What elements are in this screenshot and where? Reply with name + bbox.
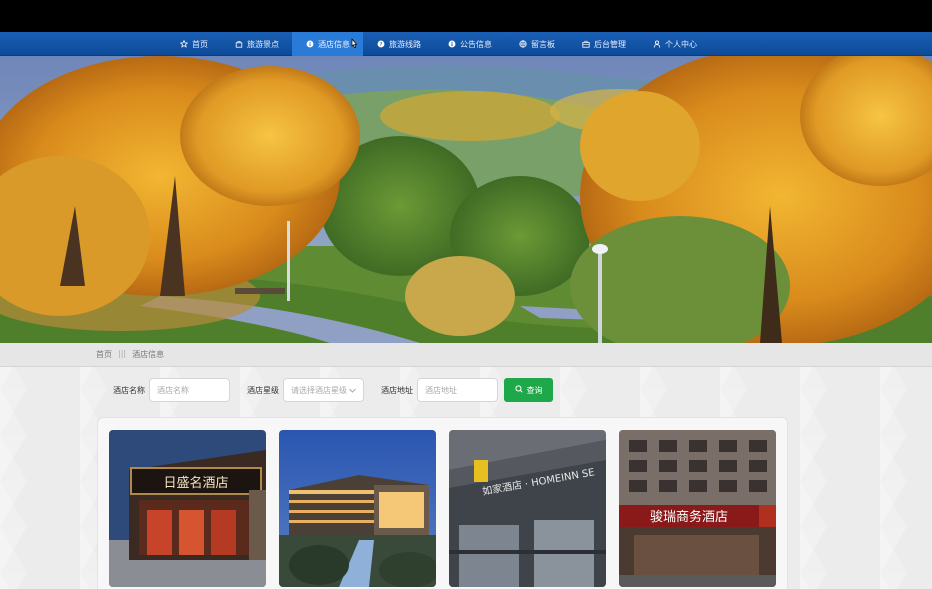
nav-label: 个人中心 [665, 39, 697, 49]
hotel-level-select[interactable]: 请选择酒店星级 [283, 378, 364, 402]
autumn-landscape-image [0, 56, 932, 343]
nav-home[interactable]: 首页 [166, 32, 221, 56]
nav-user-center[interactable]: 个人中心 [639, 32, 710, 56]
hotel-sign-text: 骏瑞商务酒店 [650, 509, 728, 525]
hotel-address-placeholder: 酒店地址 [425, 385, 457, 395]
nav-label: 留言板 [531, 39, 555, 49]
nav-label: 后台管理 [594, 39, 626, 49]
nav-label: 酒店信息 [318, 39, 350, 49]
star-icon [180, 40, 188, 48]
hotel-address-input[interactable]: 酒店地址 [417, 378, 498, 402]
nav-admin[interactable]: 后台管理 [568, 32, 639, 56]
nav-label: 旅游景点 [247, 39, 279, 49]
nav-label: 首页 [192, 39, 208, 49]
mouse-pointer-icon [351, 38, 358, 49]
hotel-level-placeholder: 请选择酒店星级 [291, 385, 347, 395]
user-icon [653, 40, 661, 48]
nav-message-board[interactable]: 留言板 [505, 32, 568, 56]
breadcrumb-separator: ||| [118, 349, 127, 358]
hero-carousel[interactable] [0, 56, 932, 343]
breadcrumb-bar: 首页 ||| 酒店信息 [0, 343, 932, 367]
search-button-label: 查询 [526, 385, 543, 395]
breadcrumb-home[interactable]: 首页 [96, 349, 112, 360]
hotel-sign-text: 日盛名酒店 [163, 475, 228, 491]
hotel-name-label: 酒店名称 [113, 385, 145, 395]
chevron-down-icon [349, 386, 356, 395]
nav-label: 公告信息 [460, 39, 492, 49]
globe-icon [519, 40, 527, 48]
nav-label: 旅游线路 [389, 39, 421, 49]
hotel-photo [279, 430, 436, 587]
hotel-card[interactable]: 日盛名酒店 [109, 430, 266, 587]
hotel-card[interactable]: 如家酒店 · HOMEINN SE [449, 430, 606, 587]
breadcrumb: 首页 ||| 酒店信息 [96, 349, 164, 360]
hotel-photo: 如家酒店 · HOMEINN SE [449, 430, 606, 587]
hotel-photo: 骏瑞商务酒店 [619, 430, 776, 587]
top-black-bar [0, 0, 932, 32]
bag-icon [235, 40, 243, 48]
hotel-card[interactable] [279, 430, 436, 587]
svg-text:?: ? [380, 42, 383, 48]
info-icon [306, 40, 314, 48]
briefcase-icon [582, 40, 590, 48]
hotel-card-panel: 日盛名酒店 如家酒店 · HOMEINN SE 骏瑞商务酒店 [97, 417, 788, 589]
search-button[interactable]: 查询 [504, 378, 553, 402]
breadcrumb-current: 酒店信息 [132, 350, 165, 359]
search-icon [514, 385, 523, 395]
main-navbar: 首页 旅游景点 酒店信息 ? 旅游线路 公告信息 留言板 后台管理 个人中心 [0, 32, 932, 56]
search-form: 酒店名称 酒店名称 酒店星级 请选择酒店星级 酒店地址 酒店地址 查询 [113, 378, 553, 402]
info-icon [448, 40, 456, 48]
help-icon: ? [377, 40, 385, 48]
hotel-list-page: 首页 ||| 酒店信息 酒店名称 酒店名称 酒店星级 请选择酒店星级 酒店地址 … [0, 343, 932, 589]
hotel-photo: 日盛名酒店 [109, 430, 266, 587]
hotel-card[interactable]: 骏瑞商务酒店 [619, 430, 776, 587]
hotel-address-label: 酒店地址 [381, 385, 413, 395]
hotel-name-input[interactable]: 酒店名称 [149, 378, 230, 402]
hotel-level-label: 酒店星级 [247, 385, 279, 395]
nav-travel-routes[interactable]: ? 旅游线路 [363, 32, 434, 56]
nav-announcements[interactable]: 公告信息 [434, 32, 505, 56]
hotel-name-placeholder: 酒店名称 [157, 385, 189, 395]
nav-scenic-spots[interactable]: 旅游景点 [221, 32, 292, 56]
